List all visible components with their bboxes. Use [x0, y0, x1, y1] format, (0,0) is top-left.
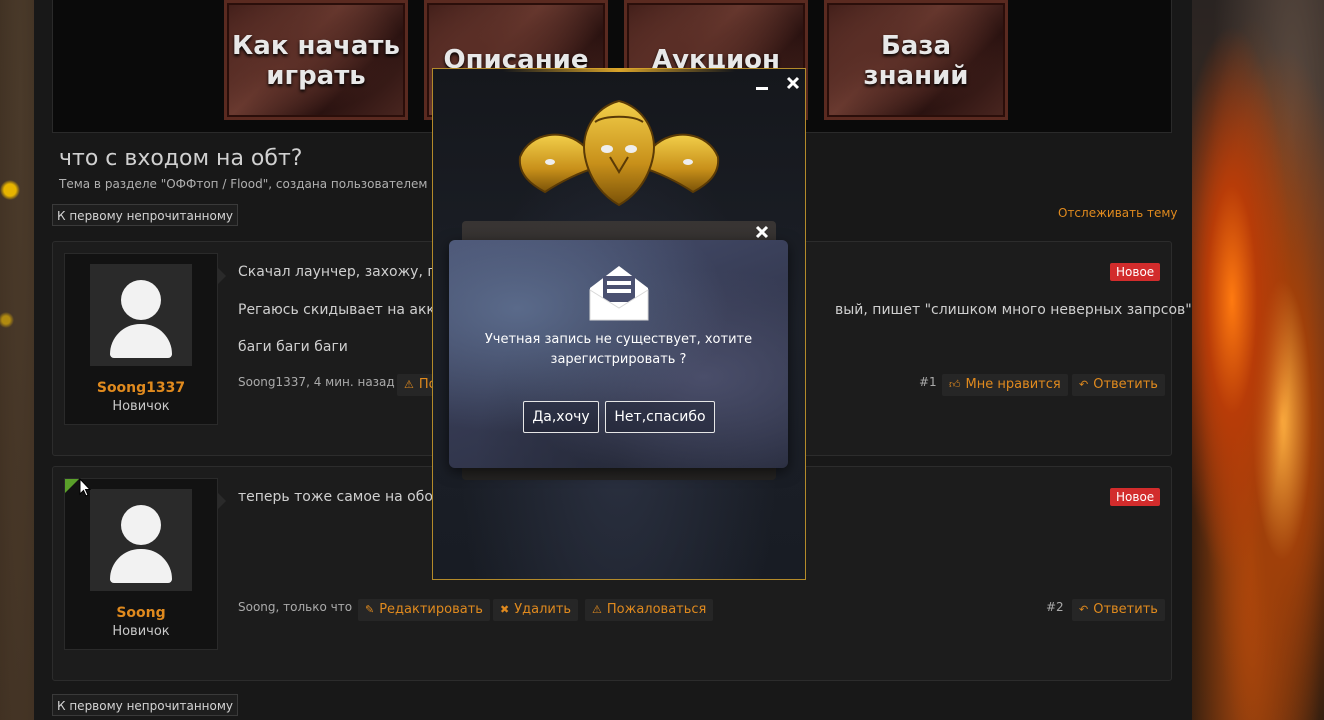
- delete-button[interactable]: ✖ Удалить: [493, 599, 579, 621]
- reply-button[interactable]: ↶ Ответить: [1072, 599, 1165, 621]
- no-button[interactable]: Нет,спасибо: [605, 401, 715, 433]
- warning-icon: ⚠: [404, 378, 414, 391]
- avatar-body-shape: [110, 324, 172, 358]
- game-logo-icon: [510, 97, 728, 207]
- dialog-message-line: зарегистрировать ?: [550, 352, 687, 367]
- nav-tile-knowledge-base[interactable]: База знаний: [824, 0, 1008, 120]
- reply-label: Ответить: [1093, 377, 1158, 392]
- dialog-close-icon[interactable]: [755, 225, 769, 243]
- avatar-head-shape: [121, 280, 161, 320]
- mouse-cursor-icon: [79, 478, 91, 497]
- account-dialog: Учетная запись не существует, хотите зар…: [449, 240, 788, 468]
- first-unread-button-bottom[interactable]: К первому непрочитанному: [52, 694, 239, 716]
- dialog-message-line: Учетная запись не существует, хотите: [484, 332, 753, 347]
- thread-subtitle: Тема в разделе "ОФФтоп / Flood", создана…: [59, 177, 447, 191]
- like-button[interactable]: 👍︎ Мне нравится: [942, 374, 1068, 396]
- new-badge: Новое: [1110, 488, 1161, 506]
- online-indicator: [65, 479, 79, 493]
- thumbs-up-icon: 👍︎: [949, 378, 961, 391]
- yes-button[interactable]: Да,хочу: [523, 401, 599, 433]
- reply-icon: ↶: [1079, 378, 1089, 391]
- post-meta[interactable]: Soong, только что: [238, 600, 352, 614]
- report-button[interactable]: ⚠ Пожаловаться: [585, 599, 714, 621]
- nav-tile-label: База: [880, 31, 951, 61]
- user-card: Soong Новичок: [64, 478, 226, 650]
- user-title: Новичок: [112, 399, 170, 414]
- user-title: Новичок: [112, 624, 170, 639]
- post-number[interactable]: #2: [1046, 600, 1064, 614]
- pencil-icon: ✎: [365, 603, 375, 616]
- report-label: Пожаловаться: [606, 602, 707, 617]
- username[interactable]: Soong: [65, 605, 217, 621]
- edit-label: Редактировать: [379, 602, 483, 617]
- envelope-icon: [589, 266, 649, 321]
- reply-button[interactable]: ↶ Ответить: [1072, 374, 1165, 396]
- avatar[interactable]: [90, 264, 192, 366]
- post-text-line: вый, пишет "слишком много неверных запрс…: [835, 302, 1192, 318]
- like-label: Мне нравится: [965, 377, 1061, 392]
- warning-icon: ⚠: [592, 603, 602, 616]
- dialog-message: Учетная запись не существует, хотите зар…: [469, 330, 768, 370]
- reply-icon: ↶: [1079, 603, 1089, 616]
- new-badge: Новое: [1110, 263, 1161, 281]
- nav-tile-label: Как начать: [232, 31, 400, 61]
- follow-thread-link[interactable]: Отслеживать тему: [1058, 206, 1178, 220]
- edit-button[interactable]: ✎ Редактировать: [358, 599, 490, 621]
- reply-label: Ответить: [1093, 602, 1158, 617]
- nav-tile-how-to-start[interactable]: Как начать играть: [224, 0, 408, 120]
- nav-tile-label: играть: [266, 61, 366, 91]
- avatar-head-shape: [121, 505, 161, 545]
- post-text-line: баги баги баги: [238, 339, 348, 355]
- nav-tile-label: знаний: [863, 61, 969, 91]
- launcher-top-accent: [503, 68, 735, 72]
- delete-label: Удалить: [514, 602, 572, 617]
- thread-title: что с входом на обт?: [59, 146, 303, 171]
- post-text-line: Регаюсь скидывает на акк: [238, 302, 435, 318]
- first-unread-button[interactable]: К первому непрочитанному: [52, 204, 239, 226]
- close-icon[interactable]: [785, 75, 801, 95]
- background-art-left: [0, 0, 34, 720]
- avatar-body-shape: [110, 549, 172, 583]
- post-meta[interactable]: Soong1337, 4 мин. назад: [238, 375, 395, 389]
- avatar[interactable]: [90, 489, 192, 591]
- x-icon: ✖: [500, 603, 510, 616]
- background-art-right: [1192, 0, 1324, 720]
- minimize-icon[interactable]: [755, 75, 769, 97]
- username[interactable]: Soong1337: [65, 380, 217, 396]
- post-text-line: Скачал лаунчер, захожу, пи: [238, 264, 446, 280]
- user-card: Soong1337 Новичок: [64, 253, 226, 425]
- post-text-line: теперь тоже самое на обои: [238, 489, 443, 505]
- post-number[interactable]: #1: [919, 375, 937, 389]
